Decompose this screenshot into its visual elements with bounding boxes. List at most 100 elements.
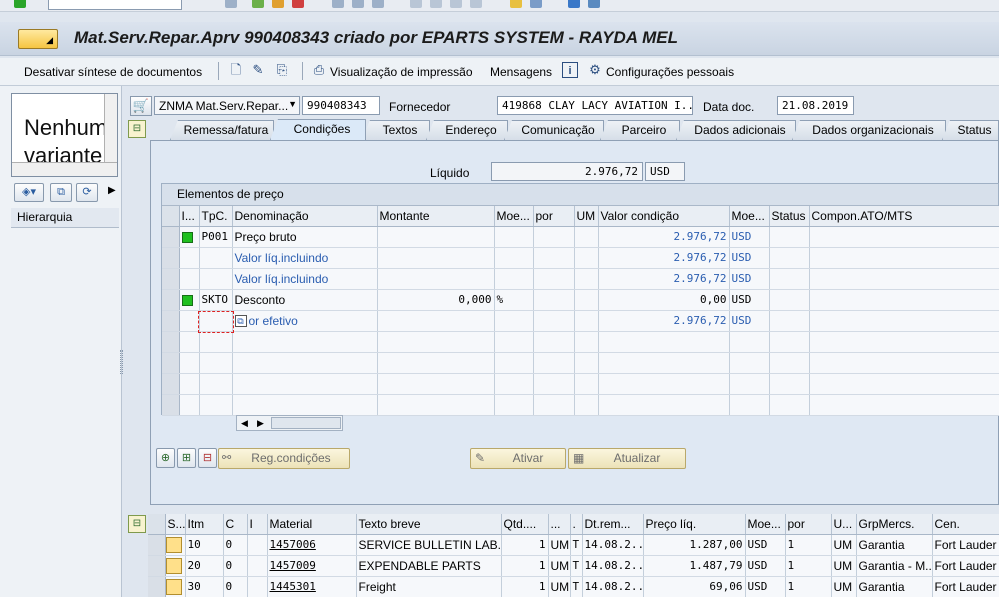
empty-cell[interactable] xyxy=(729,373,770,395)
doc-number-field[interactable]: 990408343 xyxy=(302,96,380,115)
order-unit-cell[interactable]: UM xyxy=(831,555,857,577)
col-header-order-unit[interactable]: U... xyxy=(831,514,857,535)
col-header-material-group[interactable]: GrpMercs. xyxy=(856,514,933,535)
empty-cell[interactable] xyxy=(598,331,730,353)
last-page-icon[interactable] xyxy=(470,0,482,8)
row-selector[interactable] xyxy=(162,247,180,269)
col-header-category[interactable]: C xyxy=(223,514,248,535)
material-group-cell[interactable]: Garantia xyxy=(856,576,933,597)
col-header-date-cat[interactable]: . xyxy=(570,514,583,535)
empty-cell[interactable] xyxy=(179,373,200,395)
per-cell[interactable] xyxy=(533,289,575,311)
category-cell[interactable]: 0 xyxy=(223,534,248,556)
empty-cell[interactable] xyxy=(809,352,999,374)
select-layout-icon[interactable]: ◈▾ xyxy=(14,183,44,202)
copy-icon[interactable]: ⧉ xyxy=(50,183,72,202)
display-change-icon[interactable]: ✎ xyxy=(250,62,266,78)
empty-cell[interactable] xyxy=(232,394,378,416)
col-header-uom[interactable]: UM xyxy=(574,206,599,227)
tab-partner[interactable]: Parceiro xyxy=(600,120,680,140)
tab-delivery-invoice[interactable]: Remessa/fatura xyxy=(170,120,274,140)
row-selector[interactable] xyxy=(162,331,180,353)
row-selector[interactable] xyxy=(162,226,180,248)
row-selector[interactable] xyxy=(148,534,166,556)
col-header-plant[interactable]: Cen. xyxy=(932,514,999,535)
command-field[interactable] xyxy=(48,0,182,10)
empty-cell[interactable] xyxy=(179,352,200,374)
item-number-cell[interactable]: 30 xyxy=(185,576,224,597)
short-text-cell[interactable]: EXPENDABLE PARTS xyxy=(356,555,502,577)
amount-cell[interactable] xyxy=(377,226,495,248)
order-unit-cell[interactable]: UM xyxy=(831,576,857,597)
uom-cell[interactable]: UM xyxy=(548,576,571,597)
new-session-icon[interactable] xyxy=(510,0,522,8)
select-all-cell[interactable] xyxy=(162,206,180,227)
net-price-cell[interactable]: 1.287,00 xyxy=(643,534,746,556)
col-header-condition-value[interactable]: Valor condição xyxy=(598,206,730,227)
layout-icon[interactable] xyxy=(588,0,600,8)
condition-detail-icon[interactable]: ⊕ xyxy=(156,448,175,468)
per-cell[interactable] xyxy=(533,226,575,248)
delivery-date-cell[interactable]: 14.08.2... xyxy=(582,555,644,577)
empty-cell[interactable] xyxy=(199,373,233,395)
amount-currency-cell[interactable] xyxy=(494,226,534,248)
material-group-cell[interactable]: Garantia xyxy=(856,534,933,556)
uom-cell[interactable] xyxy=(574,289,599,311)
date-cat-cell[interactable]: T xyxy=(570,576,583,597)
print-preview-icon[interactable]: ⎙ xyxy=(311,62,327,78)
find-next-icon[interactable] xyxy=(372,0,384,8)
empty-cell[interactable] xyxy=(232,352,378,374)
shopping-cart-icon[interactable]: 🛒 xyxy=(130,96,152,116)
expand-arrow-icon[interactable]: ▶ xyxy=(108,185,116,196)
first-page-icon[interactable] xyxy=(410,0,422,8)
tab-address[interactable]: Endereço xyxy=(426,120,508,140)
col-header-currency[interactable]: Moe... xyxy=(729,206,770,227)
print-icon[interactable] xyxy=(332,0,344,8)
date-cat-cell[interactable]: T xyxy=(570,534,583,556)
empty-cell[interactable] xyxy=(232,373,378,395)
row-selector[interactable] xyxy=(162,289,180,311)
back-icon[interactable] xyxy=(252,0,264,8)
print-preview-button[interactable]: Visualização de impressão xyxy=(330,65,473,79)
tab-additional-data[interactable]: Dados adicionais xyxy=(676,120,796,140)
empty-cell[interactable] xyxy=(809,394,999,416)
table-row[interactable]: 30 0 1445301 Freight 1 UM T 14.08.2... 6… xyxy=(148,576,999,597)
per-cell[interactable]: 1 xyxy=(785,555,832,577)
row-selector[interactable] xyxy=(162,394,180,416)
amount-currency-cell[interactable]: % xyxy=(494,289,534,311)
order-unit-cell[interactable]: UM xyxy=(831,534,857,556)
save-icon[interactable] xyxy=(225,0,237,8)
empty-cell[interactable] xyxy=(199,352,233,374)
tab-conditions[interactable]: Condições xyxy=(270,119,366,140)
empty-cell[interactable] xyxy=(574,394,599,416)
row-selector[interactable] xyxy=(162,310,180,332)
system-menu-button[interactable]: ◢ xyxy=(18,29,58,49)
empty-cell[interactable] xyxy=(199,394,233,416)
category-cell[interactable]: 0 xyxy=(223,555,248,577)
empty-cell[interactable] xyxy=(598,352,730,374)
row-selector[interactable] xyxy=(148,555,166,577)
col-header-item-type[interactable]: I xyxy=(247,514,268,535)
empty-cell[interactable] xyxy=(769,352,810,374)
doc-date-field[interactable]: 21.08.2019 xyxy=(777,96,854,115)
item-number-cell[interactable]: 20 xyxy=(185,555,224,577)
col-header-type[interactable]: TpC. xyxy=(199,206,233,227)
empty-cell[interactable] xyxy=(494,394,534,416)
empty-cell[interactable] xyxy=(533,331,575,353)
empty-cell[interactable] xyxy=(769,331,810,353)
item-type-cell[interactable] xyxy=(247,555,268,577)
col-header-uom[interactable]: ... xyxy=(548,514,571,535)
empty-cell[interactable] xyxy=(494,373,534,395)
variant-vertical-scrollbar[interactable] xyxy=(104,94,117,162)
scroll-left-icon[interactable]: ◀ xyxy=(241,418,248,429)
empty-cell[interactable] xyxy=(729,352,770,374)
new-document-icon[interactable]: 🗋 xyxy=(228,62,244,78)
header-expand-icon[interactable]: ⊟ xyxy=(128,120,146,138)
personal-settings-icon[interactable]: ⚙ xyxy=(587,62,603,78)
uom-cell[interactable] xyxy=(574,226,599,248)
row-selector[interactable] xyxy=(162,268,180,290)
net-price-cell[interactable]: 69,06 xyxy=(643,576,746,597)
condition-record-button[interactable]: ⚯ Reg.condições xyxy=(218,448,350,469)
row-selector[interactable] xyxy=(162,352,180,374)
uom-cell[interactable]: UM xyxy=(548,534,571,556)
